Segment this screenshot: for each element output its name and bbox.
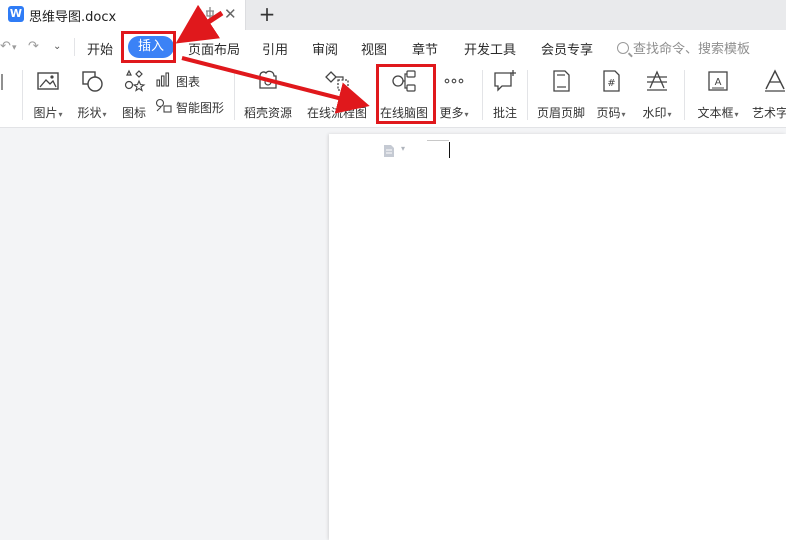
arrow-to-online-mindmap <box>181 56 370 114</box>
annotation-arrows <box>175 4 370 114</box>
arrow-to-insert-tab <box>175 4 224 44</box>
